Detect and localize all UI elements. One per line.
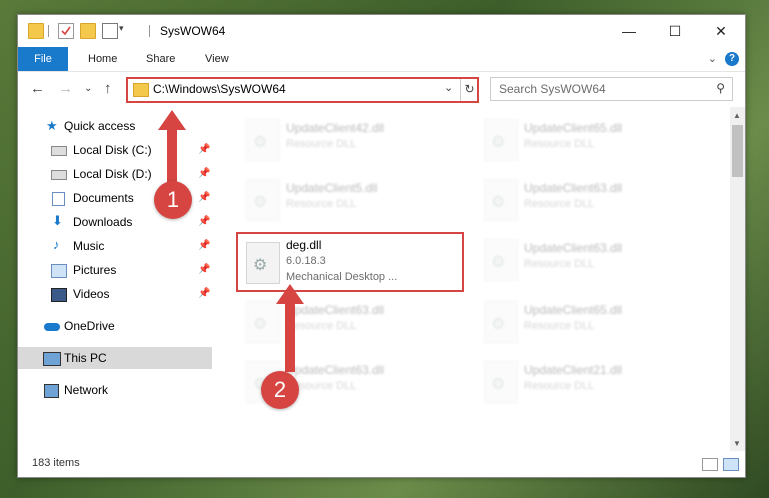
arrow-up-icon xyxy=(158,110,186,190)
arrow-up-icon xyxy=(276,284,304,372)
annotation-arrows xyxy=(158,110,304,372)
step-marker-2: 2 xyxy=(261,371,299,409)
step-marker-1: 1 xyxy=(154,181,192,219)
